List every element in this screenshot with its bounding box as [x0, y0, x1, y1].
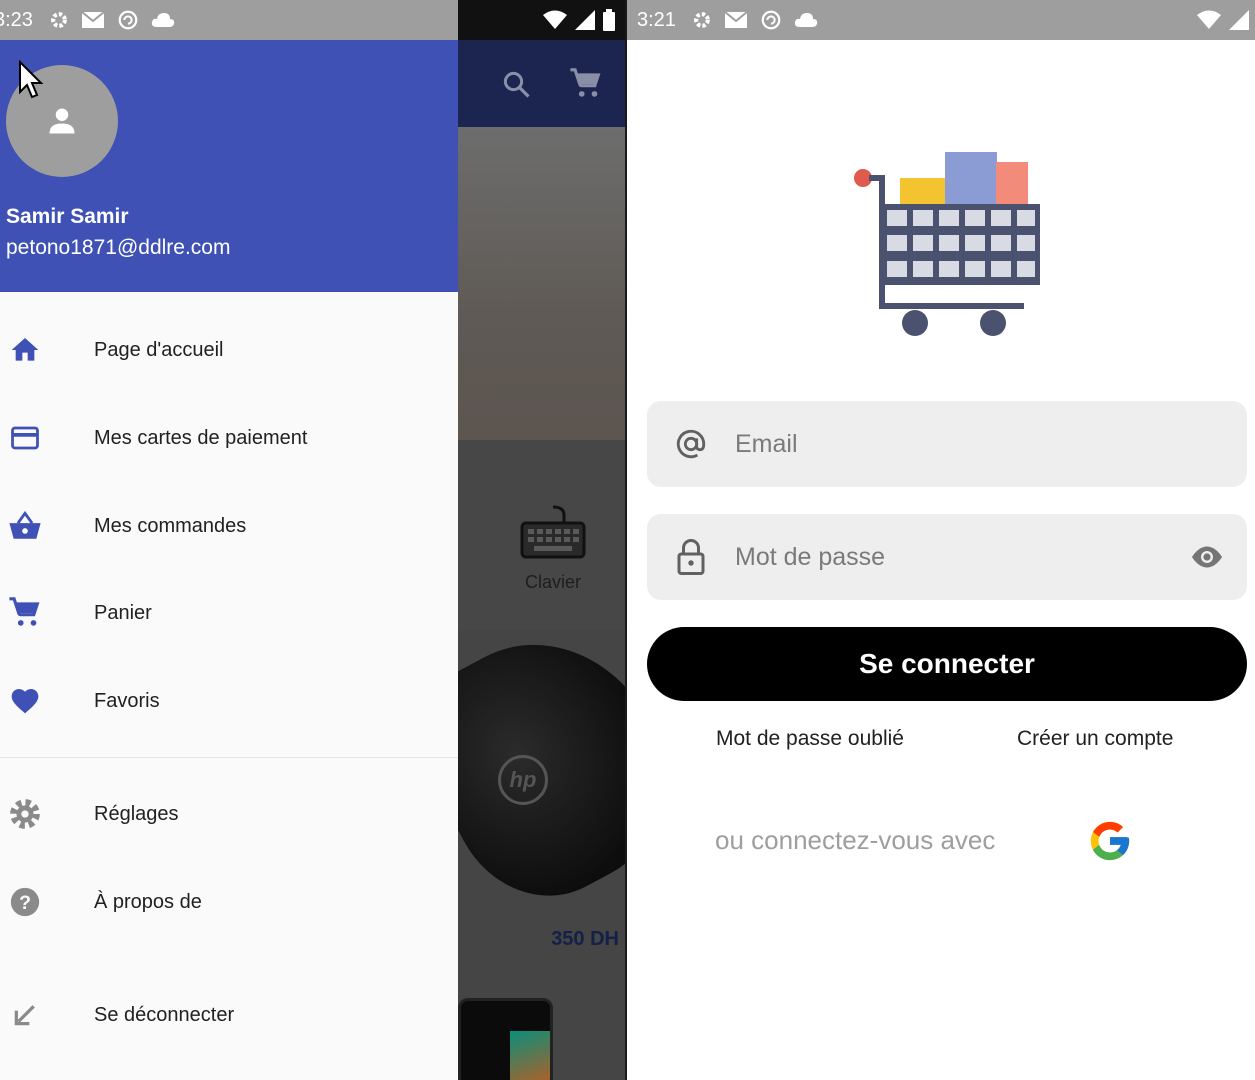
signal-icon — [575, 10, 595, 30]
drawer-item-logout[interactable]: Se déconnecter — [0, 985, 458, 1045]
mail-icon — [724, 11, 748, 28]
cloud-icon — [794, 13, 818, 27]
drawer-item-label: Se déconnecter — [94, 1003, 235, 1026]
hp-logo: hp — [498, 755, 548, 805]
home-icon — [11, 338, 39, 361]
drawer-item-payment-cards[interactable]: Mes cartes de paiement — [0, 408, 458, 468]
signal-icon — [1229, 10, 1249, 30]
keyboard-icon — [520, 505, 586, 559]
basket-icon — [9, 510, 41, 539]
mouse-cursor-icon — [19, 60, 44, 99]
search-icon[interactable] — [501, 69, 531, 99]
heart-icon — [11, 689, 39, 714]
statusbar-time: 3:21 — [637, 8, 676, 31]
person-icon — [49, 108, 75, 134]
cart-icon — [9, 597, 40, 626]
drawer-item-favorites[interactable]: Favoris — [0, 671, 458, 731]
svg-text:?: ? — [19, 892, 31, 914]
forgot-password-link[interactable]: Mot de passe oublié — [716, 727, 904, 751]
drawer-item-label: Panier — [94, 601, 152, 624]
left-phone-screen: Clavier hp 350 DH 3:23 Samir Samir peton… — [0, 0, 625, 1080]
drawer-item-cart[interactable]: Panier — [0, 583, 458, 643]
cloud-icon — [151, 13, 175, 27]
statusbar: 3:21 — [627, 0, 1255, 40]
alternative-login-text: ou connectez-vous avec — [715, 825, 996, 855]
shopping-cart-illustration — [854, 152, 1040, 336]
background-app: Clavier hp 350 DH — [458, 0, 625, 1080]
eye-icon — [1192, 546, 1222, 568]
drawer-divider — [0, 757, 458, 758]
drawer-item-label: Page d'accueil — [94, 338, 224, 361]
drawer-item-label: À propos de — [94, 890, 202, 913]
google-icon — [1090, 821, 1130, 861]
email-input[interactable] — [735, 401, 1247, 487]
settings-icon — [694, 12, 710, 28]
category-label: Clavier — [524, 572, 581, 592]
password-field[interactable] — [647, 514, 1247, 600]
battery-icon — [603, 9, 615, 31]
statusbar-time: 3:23 — [0, 8, 33, 31]
cart-icon[interactable] — [569, 67, 603, 101]
gear-icon — [10, 799, 40, 829]
drawer-item-label: Favoris — [94, 689, 160, 712]
wifi-icon — [1197, 10, 1221, 29]
category-keyboard[interactable]: Clavier — [513, 505, 593, 593]
background-app-bar — [458, 40, 625, 127]
product-price: 350 DH — [551, 928, 619, 950]
settings-icon — [51, 12, 67, 28]
background-statusbar — [458, 0, 625, 40]
password-input[interactable] — [735, 514, 1167, 600]
email-field[interactable] — [647, 401, 1247, 487]
logout-arrow-icon — [14, 1005, 35, 1026]
drawer-item-label: Réglages — [94, 802, 179, 825]
right-phone-screen: 3:21 S — [627, 0, 1255, 1080]
phone-product-image — [458, 990, 625, 1080]
mail-icon — [81, 11, 105, 28]
drawer-item-orders[interactable]: Mes commandes — [0, 496, 458, 556]
help-icon: ? — [10, 887, 40, 917]
navigation-drawer: Samir Samir petono1871@ddlre.com Page d'… — [0, 40, 458, 1080]
drawer-item-label: Mes commandes — [94, 514, 247, 537]
sync-icon — [118, 10, 138, 30]
statusbar: 3:23 — [0, 0, 458, 40]
create-account-link[interactable]: Créer un compte — [1017, 727, 1173, 751]
google-login-button[interactable] — [1087, 818, 1133, 869]
promo-banner — [458, 127, 625, 440]
drawer-item-about[interactable]: ? À propos de — [0, 872, 458, 932]
user-email: petono1871@ddlre.com — [6, 236, 231, 259]
lock-icon — [677, 539, 705, 575]
at-sign-icon — [676, 429, 706, 459]
credit-card-icon — [11, 426, 39, 450]
sync-icon — [761, 10, 781, 30]
login-button[interactable]: Se connecter — [647, 627, 1247, 701]
toggle-password-visibility[interactable] — [1167, 545, 1247, 569]
drawer-header: Samir Samir petono1871@ddlre.com — [0, 40, 458, 292]
drawer-item-home[interactable]: Page d'accueil — [0, 320, 458, 380]
drawer-item-label: Mes cartes de paiement — [94, 426, 308, 449]
user-name: Samir Samir — [6, 205, 129, 228]
drawer-item-settings[interactable]: Réglages — [0, 784, 458, 844]
wifi-icon — [543, 10, 567, 29]
